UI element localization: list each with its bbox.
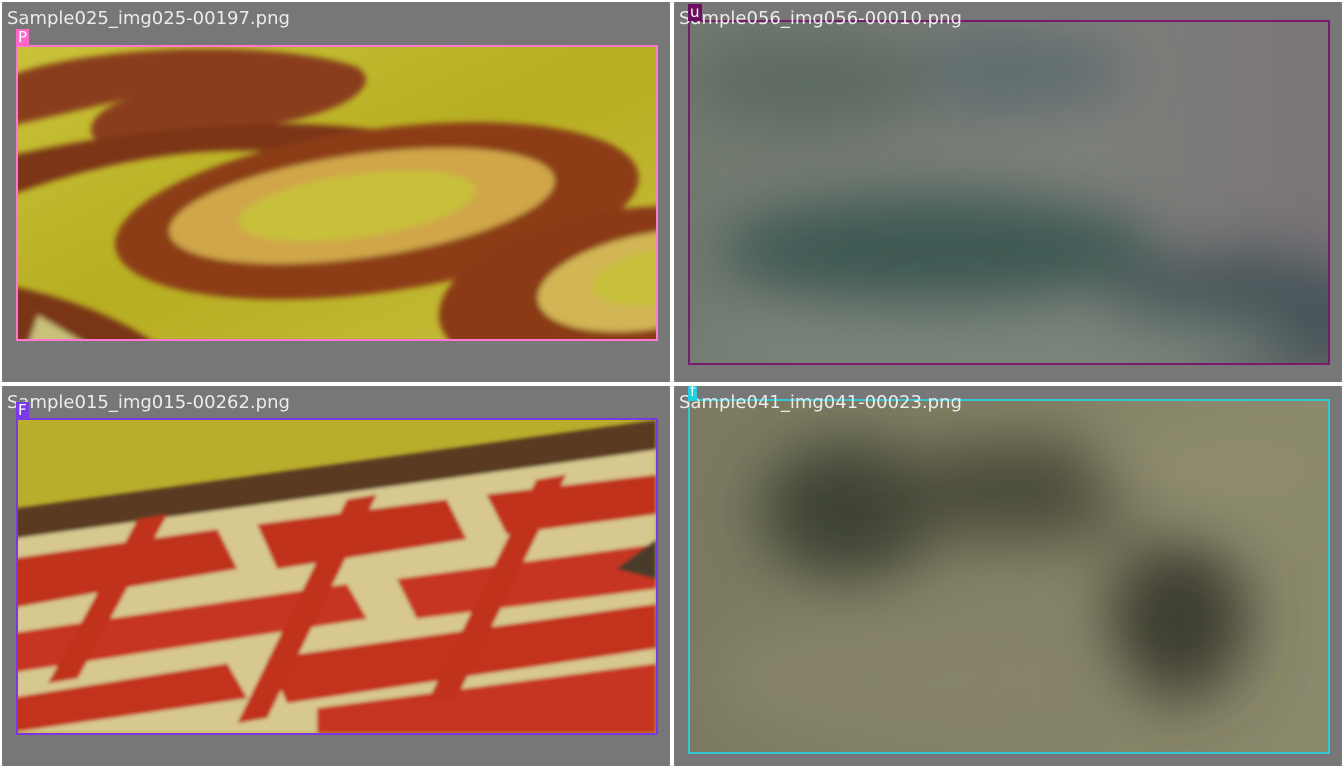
detection-box-4[interactable] <box>688 399 1330 754</box>
sample-image-3 <box>18 420 656 733</box>
sample-image-2 <box>690 22 1328 363</box>
grid-cell-2: u Sample056_img056-00010.png <box>674 2 1342 382</box>
sample-image-1 <box>18 47 656 339</box>
class-tag-1: P <box>16 28 30 46</box>
class-tag-3: F <box>16 401 29 419</box>
image-filename-label-4: Sample041_img041-00023.png <box>679 392 962 413</box>
class-tag-2: u <box>688 3 702 21</box>
image-filename-label-3: Sample015_img015-00262.png <box>7 392 290 413</box>
sample-image-4 <box>690 401 1328 752</box>
grid-cell-1: P Sample025_img025-00197.png <box>2 2 670 382</box>
class-tag-4: f <box>688 386 698 400</box>
grid-cell-3: F Sample015_img015-00262.png <box>2 386 670 766</box>
image-filename-label-1: Sample025_img025-00197.png <box>7 8 290 29</box>
detection-box-2[interactable] <box>688 20 1330 365</box>
detection-box-3[interactable] <box>16 418 658 735</box>
grid-cell-4: f Sample041_img041-00023.png <box>674 386 1342 766</box>
image-filename-label-2: Sample056_img056-00010.png <box>679 8 962 29</box>
detection-box-1[interactable] <box>16 45 658 341</box>
